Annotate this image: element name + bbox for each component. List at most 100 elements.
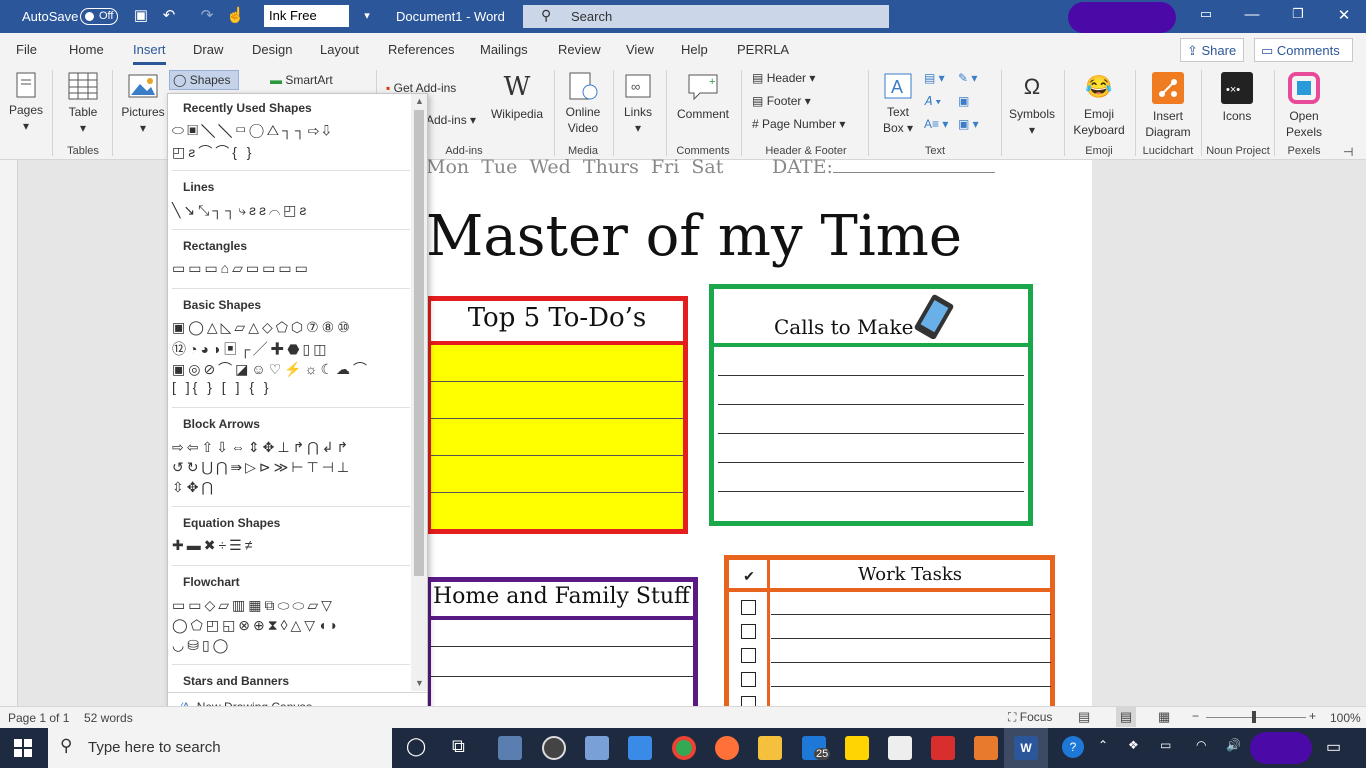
windows-start-icon[interactable] <box>14 739 32 757</box>
comment-button[interactable]: + Comment <box>672 72 734 122</box>
text-box-button[interactable]: A Text Box ▾ <box>876 72 920 136</box>
minimize-icon[interactable]: — <box>1242 6 1262 23</box>
help-icon[interactable]: ? <box>1062 736 1084 758</box>
pages-button[interactable]: Pages ▾ <box>6 72 46 134</box>
tab-design[interactable]: Design <box>252 42 292 57</box>
recent-shapes-row[interactable]: ⬭▣╲╲▭◯△┐┐⇨⇩ <box>172 122 333 139</box>
zoom-in-icon[interactable]: + <box>1309 709 1316 723</box>
object-icon[interactable]: ▣ ▾ <box>958 116 979 132</box>
file-explorer-icon[interactable] <box>758 736 782 760</box>
touch-mode-icon[interactable]: ☝ <box>226 7 245 25</box>
undo-icon[interactable]: ↶ <box>160 7 178 25</box>
scroll-up-icon[interactable]: ▲ <box>415 96 424 106</box>
tab-home[interactable]: Home <box>69 42 104 57</box>
equation-shapes-row[interactable]: ✚▬✖÷☰≠ <box>172 537 255 554</box>
tab-insert[interactable]: Insert <box>133 42 166 65</box>
customize-qat-icon[interactable]: ▾ <box>358 7 376 25</box>
table-button[interactable]: Table ▾ <box>62 72 104 136</box>
calculator-icon[interactable] <box>888 736 912 760</box>
network-drive-icon[interactable]: ▭ <box>1160 738 1171 752</box>
show-hidden-icons[interactable]: ⌃ <box>1098 738 1108 752</box>
page-number-button[interactable]: # Page Number ▾ <box>752 116 845 132</box>
wordart-icon[interactable]: 𝐴 ▾ <box>924 93 941 109</box>
action-center-icon[interactable]: ▭ <box>1326 737 1341 757</box>
sticky-notes-icon[interactable] <box>845 736 869 760</box>
footer-button[interactable]: ▤ Footer ▾ <box>752 93 811 109</box>
open-pexels-button[interactable]: Open Pexels <box>1278 72 1330 140</box>
share-button[interactable]: ⇪ Share <box>1180 38 1244 62</box>
scroll-thumb[interactable] <box>414 110 424 576</box>
media-player-icon[interactable] <box>542 736 566 760</box>
restore-icon[interactable]: ❐ <box>1288 6 1308 22</box>
tab-view[interactable]: View <box>626 42 654 57</box>
basic-shapes-row[interactable]: [ ]{ } [ ] { } <box>172 379 272 395</box>
close-icon[interactable]: ✕ <box>1334 6 1354 24</box>
tab-file[interactable]: File <box>16 42 37 57</box>
video-app-icon[interactable] <box>585 736 609 760</box>
emoji-keyboard-button[interactable]: 😂 Emoji Keyboard <box>1070 72 1128 138</box>
flowchart-row[interactable]: ◡⛁▯◯ <box>172 637 231 654</box>
clock-redacted[interactable] <box>1250 732 1312 764</box>
app-icon[interactable] <box>498 736 522 760</box>
date-time-icon[interactable]: ▣ <box>958 93 969 109</box>
recent-shapes-row[interactable]: ◰ƨ⌒⌒{ } <box>172 142 254 162</box>
basic-shapes-row[interactable]: ▣◎⊘⌒◪☺♡⚡☼☾☁⌒ <box>172 359 370 379</box>
search-box[interactable]: ⚲ Search <box>523 5 889 28</box>
cortana-icon[interactable]: ◯ <box>406 736 426 757</box>
basic-shapes-row[interactable]: ▣◯△◺▱△◇⬠⬡⑦⑧⑩ <box>172 319 353 336</box>
signature-line-icon[interactable]: ✎ ▾ <box>958 70 977 86</box>
block-arrows-row[interactable]: ↺↻⋃⋂⇛▷⊳≫⊢⊤⊣⊥ <box>172 459 352 476</box>
acrobat-icon[interactable] <box>931 736 955 760</box>
rectangles-row[interactable]: ▭▭▭⌂▱▭▭▭▭ <box>172 260 311 277</box>
wikipedia-button[interactable]: W Wikipedia <box>490 72 544 122</box>
shapes-gallery[interactable]: ▲ ▼ Recently Used Shapes ⬭▣╲╲▭◯△┐┐⇨⇩ ◰ƨ⌒… <box>167 93 428 724</box>
shapes-button[interactable]: ◯ Shapes ▾ <box>169 70 239 103</box>
volume-icon[interactable]: 🔊 <box>1226 738 1241 752</box>
task-checkbox[interactable] <box>741 672 756 687</box>
office-app-icon[interactable] <box>974 736 998 760</box>
smartart-button[interactable]: ▬ SmartArt <box>270 72 333 88</box>
taskbar-search[interactable]: ⚲ Type here to search <box>48 728 392 768</box>
task-checkbox[interactable] <box>741 648 756 663</box>
todo-lines[interactable] <box>431 345 683 529</box>
calendar-icon[interactable] <box>628 736 652 760</box>
tab-references[interactable]: References <box>388 42 454 57</box>
zoom-level[interactable]: 100% <box>1330 711 1361 725</box>
print-layout-icon[interactable]: ▤ <box>1116 707 1136 727</box>
autosave-toggle[interactable]: Off <box>80 8 118 25</box>
collapse-ribbon-icon[interactable]: ⊣ <box>1343 144 1353 160</box>
tab-layout[interactable]: Layout <box>320 42 359 57</box>
tab-mailings[interactable]: Mailings <box>480 42 528 57</box>
drop-cap-icon[interactable]: A≡ ▾ <box>924 116 948 132</box>
wifi-icon[interactable]: ◠ <box>1196 738 1206 752</box>
calls-lines[interactable] <box>714 347 1028 521</box>
pictures-button[interactable]: Pictures ▾ <box>118 72 168 136</box>
block-arrows-row[interactable]: ⇨⇦⇧⇩⇔⇕✥⊥↱⋂↲↱ <box>172 439 351 456</box>
comments-button[interactable]: ▭ Comments <box>1254 38 1353 62</box>
account-avatar[interactable] <box>1068 2 1176 33</box>
my-addins-button[interactable]: Add-ins ▾ <box>426 112 476 128</box>
scroll-down-icon[interactable]: ▼ <box>415 678 424 688</box>
font-name-box[interactable]: Ink Free <box>264 5 349 27</box>
zoom-slider-track[interactable] <box>1206 717 1306 718</box>
header-button[interactable]: ▤ Header ▾ <box>752 70 815 86</box>
dropbox-icon[interactable]: ❖ <box>1128 738 1139 752</box>
focus-button[interactable]: ⛶ Focus <box>1008 710 1052 725</box>
zoom-slider-thumb[interactable] <box>1252 711 1256 723</box>
basic-shapes-row[interactable]: ⑫◔◕◑▣┌╱✚⬣▯◫ <box>172 339 329 359</box>
save-icon[interactable]: ▣ <box>132 7 150 25</box>
block-arrows-row[interactable]: ⇳✥⋂ <box>172 479 216 496</box>
lines-row[interactable]: ╲↘⤡┐┐⤷ƨƨ⌒◰ƨ <box>172 202 309 219</box>
online-video-button[interactable]: Online Video <box>560 72 606 136</box>
ribbon-display-icon[interactable]: ▭ <box>1196 6 1216 22</box>
redo-icon[interactable]: ↷ <box>198 7 216 25</box>
symbols-button[interactable]: Ω Symbols ▾ <box>1006 72 1058 138</box>
document-page[interactable]: Mon Tue Wed Thurs Fri Sat DATE: Master o… <box>316 156 1092 720</box>
icons-button[interactable]: •×• Icons <box>1208 72 1266 124</box>
quick-parts-icon[interactable]: ▤ ▾ <box>924 70 945 86</box>
flowchart-row[interactable]: ▭▭◇▱▥▦⧉⬭⬭▱▽ <box>172 597 335 614</box>
flowchart-row[interactable]: ◯⬠◰◱⊗⊕⧗◊△▽◖◗ <box>172 617 341 634</box>
chrome-icon[interactable] <box>672 736 696 760</box>
task-checkbox[interactable] <box>741 600 756 615</box>
links-button[interactable]: ∞ Links ▾ <box>618 72 658 136</box>
